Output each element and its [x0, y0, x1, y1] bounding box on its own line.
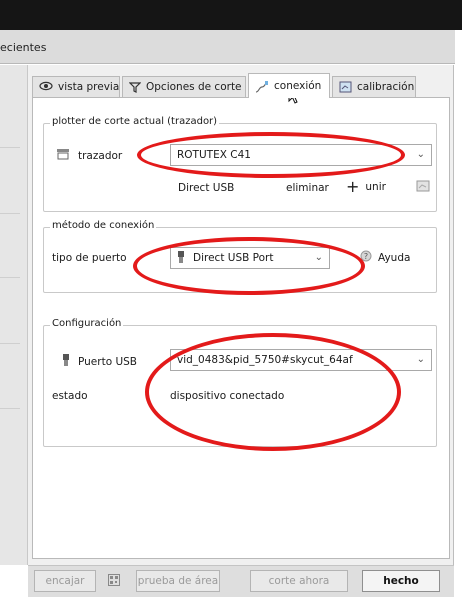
port-type-label: tipo de puerto [52, 252, 127, 264]
tab-row: vista previa Opciones de corte conexión … [28, 73, 454, 98]
usb-port-label: Puerto USB [78, 355, 138, 368]
plotter-field: trazador [56, 148, 122, 163]
recent-files-label[interactable]: ecientes [0, 41, 46, 54]
divider [0, 277, 20, 278]
done-button[interactable]: hecho [362, 570, 440, 592]
connection-method-group: método de conexión tipo de puerto Direct… [43, 220, 437, 293]
add-plotter-label: unir [365, 181, 386, 193]
chevron-down-icon: ⌄ [416, 149, 425, 160]
calibration-icon [339, 81, 352, 93]
cut-options-icon [128, 81, 142, 93]
tab-calibration-label: calibración [357, 81, 415, 93]
divider [0, 408, 20, 409]
plotter-select-value: ROTUTEX C41 [177, 149, 251, 161]
window-titlebar [0, 0, 462, 30]
plus-icon: + [346, 177, 360, 196]
left-panel-strip [0, 65, 28, 565]
window-edge [455, 30, 462, 597]
fit-button[interactable]: encajar [34, 570, 96, 592]
divider [0, 147, 20, 148]
port-type-select[interactable]: Direct USB Port ⌄ [170, 247, 330, 269]
dialog-footer: encajar prueba de área corte ahora hecho [28, 565, 454, 597]
help-label: Ayuda [378, 251, 411, 264]
area-test-button[interactable]: prueba de área [136, 570, 220, 592]
plotter-select[interactable]: ROTUTEX C41 ⌄ [170, 144, 432, 166]
recent-files-bar: ecientes [0, 30, 462, 64]
tab-calibration[interactable]: calibración [332, 76, 416, 97]
usb-port-field: Puerto USB [62, 353, 137, 370]
remove-plotter-link[interactable]: eliminar [286, 182, 329, 194]
tab-preview-label: vista previa [58, 81, 120, 93]
divider [0, 213, 20, 214]
help-button[interactable]: ? Ayuda [360, 250, 410, 265]
connection-icon [255, 80, 269, 93]
divider [0, 343, 20, 344]
chevron-down-icon: ⌄ [416, 354, 425, 365]
connection-page: plotter de corte actual (trazador) traza… [32, 97, 450, 559]
configuration-legend: Configuración [50, 318, 124, 329]
chevron-down-icon: ⌄ [314, 252, 323, 263]
port-type-value: Direct USB Port [193, 252, 274, 264]
tab-cut-options[interactable]: Opciones de corte [122, 76, 246, 97]
qr-icon[interactable] [108, 574, 120, 589]
connection-type-text: Direct USB [178, 182, 235, 194]
status-value: dispositivo conectado [170, 390, 285, 402]
plotter-group-legend: plotter de corte actual (trazador) [50, 116, 220, 127]
usb-plug-icon [177, 250, 185, 267]
plotter-icon [56, 148, 70, 163]
tab-connection-label: conexión [274, 80, 322, 92]
connection-method-legend: método de conexión [50, 220, 157, 231]
plotter-settings-icon[interactable] [416, 179, 430, 196]
svg-text:?: ? [364, 252, 368, 261]
help-icon: ? [360, 250, 372, 265]
status-label: estado [52, 390, 88, 402]
tab-preview[interactable]: vista previa [32, 76, 120, 97]
tab-connection[interactable]: conexión [248, 73, 330, 98]
plotter-label: trazador [78, 149, 123, 162]
configuration-group: Configuración Puerto USB vid_0483&pid_57… [43, 318, 437, 447]
plotter-group: plotter de corte actual (trazador) traza… [43, 116, 437, 212]
usb-port-select[interactable]: vid_0483&pid_5750#skycut_64af ⌄ [170, 349, 432, 371]
usb-port-value: vid_0483&pid_5750#skycut_64af [177, 354, 353, 366]
eye-icon [39, 81, 53, 93]
tab-cut-options-label: Opciones de corte [146, 81, 242, 93]
add-plotter-button[interactable]: + unir [346, 179, 386, 195]
cut-dialog-pane: vista previa Opciones de corte conexión … [28, 65, 454, 565]
cut-now-button[interactable]: corte ahora [250, 570, 348, 592]
usb-plug-icon [62, 353, 70, 370]
port-type-content: Direct USB Port [177, 250, 273, 267]
